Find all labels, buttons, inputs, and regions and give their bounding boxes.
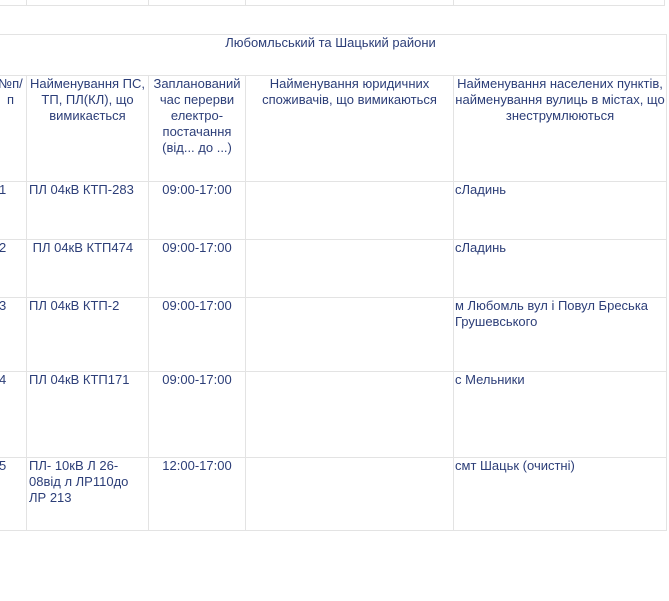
row-divider (0, 5, 665, 6)
line-name: ПЛ 04кВ КТП-2 (26, 297, 149, 372)
consumers-cell (245, 239, 454, 298)
table-row: 4 ПЛ 04кВ КТП171 09:00-17:00 с Мельники (0, 371, 668, 458)
power-outage-table: Любомльський та Шацький райони №п/п Найм… (0, 34, 668, 531)
consumers-cell (245, 181, 454, 240)
column-header-places: Найменування населених пунктів, найменув… (452, 75, 668, 182)
table-row: 3 ПЛ 04кВ КТП-2 09:00-17:00 м Любомль ву… (0, 297, 668, 372)
row-number: 1 (0, 181, 27, 240)
row-number: 3 (0, 297, 27, 372)
column-header-consumers: Найменування юридичних споживачів, що ви… (245, 75, 454, 182)
outage-time: 09:00-17:00 (148, 297, 246, 372)
line-name: ПЛ- 10кВ Л 26-08від л ЛР110до ЛР 213 (26, 457, 149, 531)
outage-time: 12:00-17:00 (148, 457, 246, 531)
column-header-num: №п/п (0, 75, 27, 182)
row-number: 5 (0, 457, 27, 531)
places-cell: м Любомль вул і Повул Бреська Грушевсько… (452, 297, 668, 372)
consumers-cell (245, 371, 454, 458)
row-number: 4 (0, 371, 27, 458)
line-name: ПЛ 04кВ КТП474 (26, 239, 149, 298)
places-cell: с Мельники (452, 371, 668, 458)
places-cell: смт Шацьк (очистні) (452, 457, 668, 531)
table-row: 1 ПЛ 04кВ КТП-283 09:00-17:00 сЛадинь (0, 181, 668, 240)
region-title: Любомльський та Шацький райони (0, 34, 668, 76)
line-name: ПЛ 04кВ КТП-283 (26, 181, 149, 240)
line-name: ПЛ 04кВ КТП171 (26, 371, 149, 458)
previous-table-edge (0, 0, 669, 6)
table-row: 5 ПЛ- 10кВ Л 26-08від л ЛР110до ЛР 213 1… (0, 457, 668, 531)
outage-time: 09:00-17:00 (148, 239, 246, 298)
column-header-line: Найменування ПС, ТП, ПЛ(КЛ), що вимикаєт… (26, 75, 149, 182)
consumers-cell (245, 457, 454, 531)
outage-time: 09:00-17:00 (148, 371, 246, 458)
places-cell: сЛадинь (452, 181, 668, 240)
column-header-time: Запланований час перерви електро-постача… (148, 75, 246, 182)
table-row: 2 ПЛ 04кВ КТП474 09:00-17:00 сЛадинь (0, 239, 668, 298)
consumers-cell (245, 297, 454, 372)
places-cell: сЛадинь (452, 239, 668, 298)
outage-time: 09:00-17:00 (148, 181, 246, 240)
row-number: 2 (0, 239, 27, 298)
column-header-row: №п/п Найменування ПС, ТП, ПЛ(КЛ), що вим… (0, 75, 668, 182)
region-header-row: Любомльський та Шацький райони (0, 34, 668, 76)
